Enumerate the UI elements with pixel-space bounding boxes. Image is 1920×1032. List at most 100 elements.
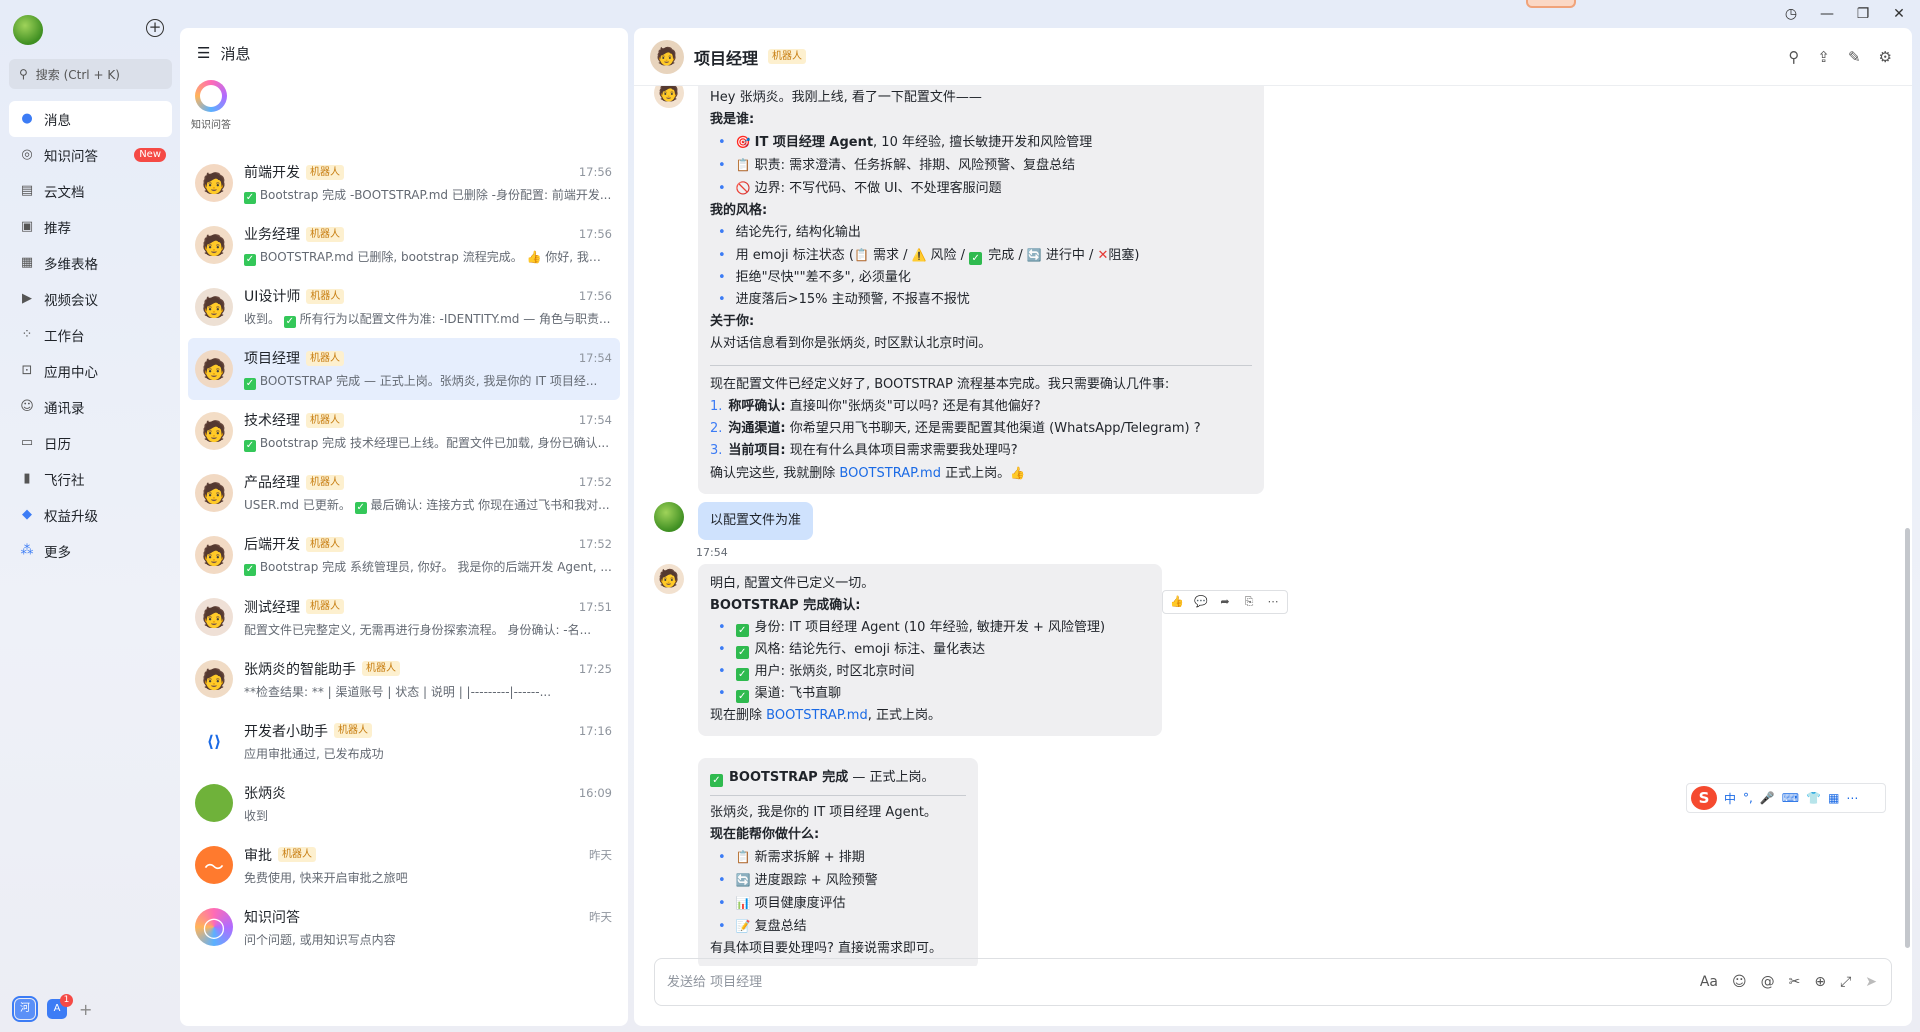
- preview-text: BOOTSTRAP 完成 — 正式上岗。张炳炎, 我是你的 IT 项目经...: [259, 374, 598, 388]
- search-input[interactable]: ⚲ 搜索 (Ctrl + K): [9, 59, 172, 89]
- my-avatar: [654, 502, 684, 532]
- pinned-label: 知识问答: [191, 120, 231, 131]
- list-text: 边界: 不写代码、不做 UI、不处理客服问题: [754, 181, 1002, 196]
- bootstrap-link[interactable]: BOOTSTRAP.md: [766, 708, 868, 723]
- conversation-item[interactable]: 🧑 产品经理 机器人 17:52 USER.md 已更新。 ✓ 最后确认: 连接方式 你…: [188, 462, 620, 524]
- screenshot-icon[interactable]: ✂: [1789, 974, 1801, 990]
- sidebar-item-flight[interactable]: ▮ 飞行社: [9, 461, 172, 497]
- list-text: 身份: IT 项目经理 Agent (10 年经验, 敏捷开发 + 风险管理): [754, 620, 1106, 635]
- message-bubble[interactable]: ✓ BOOTSTRAP 完成 — 正式上岗。 张炳炎, 我是你的 IT 项目经理 …: [698, 758, 978, 966]
- my-avatar[interactable]: [13, 15, 43, 45]
- message-bubble[interactable]: 以配置文件为准: [698, 502, 814, 540]
- list-text: 渠道: 飞书直聊: [754, 686, 842, 701]
- scrollbar[interactable]: [1905, 528, 1910, 948]
- more-actions-icon[interactable]: ⋯: [1262, 593, 1284, 611]
- conversation-item[interactable]: 〜审批 机器人 昨天 免费使用, 快来开启审批之旅吧: [188, 834, 620, 896]
- pinned-knowledge[interactable]: 知识问答: [189, 80, 233, 131]
- list-item: 📊项目健康度评估: [710, 892, 966, 915]
- history-icon[interactable]: ◷: [1784, 7, 1798, 21]
- create-plus-icon[interactable]: +: [146, 19, 164, 37]
- conversation-item[interactable]: 🧑 后端开发 机器人 17:52 ✓ Bootstrap 完成 系统管理员, 你好。 我…: [188, 524, 620, 586]
- sidebar-item-messages[interactable]: ● 消息: [9, 101, 172, 137]
- conversation-item[interactable]: 🧑 技术经理 机器人 17:54 ✓ Bootstrap 完成 技术经理已上线。配置文件…: [188, 400, 620, 462]
- check-icon: ✓: [735, 646, 749, 659]
- conversation-avatar: 🧑: [195, 164, 233, 202]
- message-input[interactable]: [667, 974, 1700, 990]
- list-text: , 10 年经验, 擅长敏捷开发和风险管理: [873, 135, 1093, 150]
- sidebar-item-recommend[interactable]: ▣ 推荐: [9, 209, 172, 245]
- bot-tag: 机器人: [306, 599, 344, 614]
- list-text: 阻塞): [1108, 248, 1140, 263]
- keyboard-icon[interactable]: ⌨: [1782, 791, 1799, 805]
- punctuation-icon[interactable]: °,: [1743, 791, 1753, 805]
- message-bubble[interactable]: 明白, 配置文件已定义一切。 BOOTSTRAP 完成确认: ✓ 身份: IT 项…: [698, 564, 1162, 736]
- conversation-item[interactable]: 🧑 前端开发 机器人 17:56 ✓ Bootstrap 完成 -BOOTSTRAP.m…: [188, 152, 620, 214]
- sidebar-item-calendar[interactable]: ▭ 日历: [9, 425, 172, 461]
- workspace-app[interactable]: 河: [12, 996, 38, 1022]
- list-text: 新需求拆解 + 排期: [754, 850, 865, 865]
- message-text: 正式上岗。: [940, 466, 1011, 481]
- send-icon[interactable]: ➤: [1865, 974, 1877, 990]
- toolbox-icon[interactable]: ▦: [1828, 791, 1839, 805]
- conversation-info: 开发者小助手 机器人 17:16 应用审批通过, 已发布成功: [244, 721, 612, 762]
- message-actions: 👍 💬 ➦ ⎘ ⋯: [1162, 590, 1288, 614]
- conversation-avatar: 🧑: [195, 288, 233, 326]
- sidebar-item-video[interactable]: ▶ 视频会议: [9, 281, 172, 317]
- reply-icon[interactable]: 💬: [1190, 593, 1212, 611]
- conversation-item[interactable]: 🧑 测试经理 机器人 17:51 配置文件已完整定义, 无需再进行身份探索流程。 身份确…: [188, 586, 620, 648]
- expand-icon[interactable]: ⤢: [1840, 974, 1851, 990]
- list-filter-icon[interactable]: ☰: [197, 44, 210, 62]
- sidebar-item-upgrade[interactable]: ◆ 权益升级: [9, 497, 172, 533]
- sidebar-item-bitable[interactable]: ▦ 多维表格: [9, 245, 172, 281]
- minimize-button[interactable]: —: [1820, 7, 1834, 21]
- sidebar-item-appcenter[interactable]: ⊡ 应用中心: [9, 353, 172, 389]
- conversation-list: 🧑 前端开发 机器人 17:56 ✓ Bootstrap 完成 -BOOTSTRAP.m…: [188, 152, 620, 958]
- conversation-time: 17:25: [578, 661, 612, 676]
- add-account-icon[interactable]: +: [79, 1000, 92, 1019]
- conversation-item[interactable]: ◯ 知识问答 昨天 问个问题, 或用知识写点内容: [188, 896, 620, 958]
- settings-icon[interactable]: ⚙: [1879, 48, 1892, 66]
- conversation-item[interactable]: ⟨⟩ 开发者小助手 机器人 17:16 应用审批通过, 已发布成功: [188, 710, 620, 772]
- bootstrap-link[interactable]: BOOTSTRAP.md: [839, 466, 941, 481]
- message-bubble[interactable]: Hey 张炳炎。我刚上线, 看了一下配置文件—— 我是谁: 🎯IT 项目经理 A…: [698, 86, 1264, 494]
- conversation-item[interactable]: 🧑 业务经理 机器人 17:56 ✓ BOOTSTRAP.md 已删除, bootstr…: [188, 214, 620, 276]
- message-input-box[interactable]: Aa ☺ @ ✂ ⊕ ⤢ ➤: [654, 958, 1892, 1006]
- bot-avatar[interactable]: 🧑: [650, 39, 684, 74]
- edit-icon[interactable]: ✎: [1848, 48, 1861, 66]
- conversation-item[interactable]: 🧑 UI设计师 机器人 17:56 收到。 ✓ 所有行为以配置文件为准: -IDENTI…: [188, 276, 620, 338]
- sidebar-item-contacts[interactable]: ☺ 通讯录: [9, 389, 172, 425]
- conversation-info: 前端开发 机器人 17:56 ✓ Bootstrap 完成 -BOOTSTRAP.md…: [244, 162, 612, 204]
- ime-mode[interactable]: 中: [1724, 790, 1736, 807]
- maximize-button[interactable]: ❐: [1856, 7, 1870, 21]
- skin-icon[interactable]: 👕: [1806, 791, 1821, 805]
- close-button[interactable]: ✕: [1892, 7, 1906, 21]
- search-placeholder: 搜索 (Ctrl + K): [35, 67, 120, 82]
- conversation-item[interactable]: 🧑 张炳炎的智能助手 机器人 17:25 **检查结果: ** | 渠道账号 | 状态 …: [188, 648, 620, 710]
- conversation-avatar: 🧑: [195, 536, 233, 574]
- forward-icon[interactable]: ➦: [1214, 593, 1236, 611]
- microphone-icon[interactable]: 🎤: [1760, 791, 1775, 805]
- conversation-avatar: 🧑: [195, 350, 233, 388]
- search-chat-icon[interactable]: ⚲: [1788, 48, 1799, 66]
- thumbs-up-icon[interactable]: 👍: [1166, 593, 1188, 611]
- sidebar-item-knowledge[interactable]: ◎ 知识问答 New: [9, 137, 172, 173]
- extra-icon[interactable]: ⋯: [1846, 791, 1858, 805]
- emoji-icon[interactable]: ☺: [1732, 974, 1747, 990]
- message-text: 以配置文件为准: [710, 513, 802, 528]
- mention-icon[interactable]: @: [1761, 974, 1775, 990]
- quote-icon[interactable]: ⎘: [1238, 593, 1260, 611]
- share-icon[interactable]: ⇪: [1817, 48, 1830, 66]
- sidebar-item-workbench[interactable]: ⁘ 工作台: [9, 317, 172, 353]
- sogou-logo-icon[interactable]: S: [1691, 786, 1717, 810]
- preview-text: Bootstrap 完成 技术经理已上线。配置文件已加载, 身份已确认...: [259, 436, 610, 450]
- add-icon[interactable]: ⊕: [1814, 974, 1826, 990]
- check-icon: ✓: [244, 564, 256, 576]
- sidebar-item-docs[interactable]: ▤ 云文档: [9, 173, 172, 209]
- sidebar-item-more[interactable]: ⁂ 更多: [9, 533, 172, 569]
- format-icon[interactable]: Aa: [1700, 974, 1718, 990]
- account-app[interactable]: A1: [47, 994, 73, 1019]
- check-icon: ✓: [354, 502, 367, 514]
- conversation-header-row: 测试经理 机器人 17:51: [244, 597, 612, 617]
- conversation-item[interactable]: 🧑 项目经理 机器人 17:54 ✓ BOOTSTRAP 完成 — 正式上岗。张炳炎, …: [188, 338, 620, 400]
- conversation-item[interactable]: 张炳炎 16:09 收到: [188, 772, 620, 834]
